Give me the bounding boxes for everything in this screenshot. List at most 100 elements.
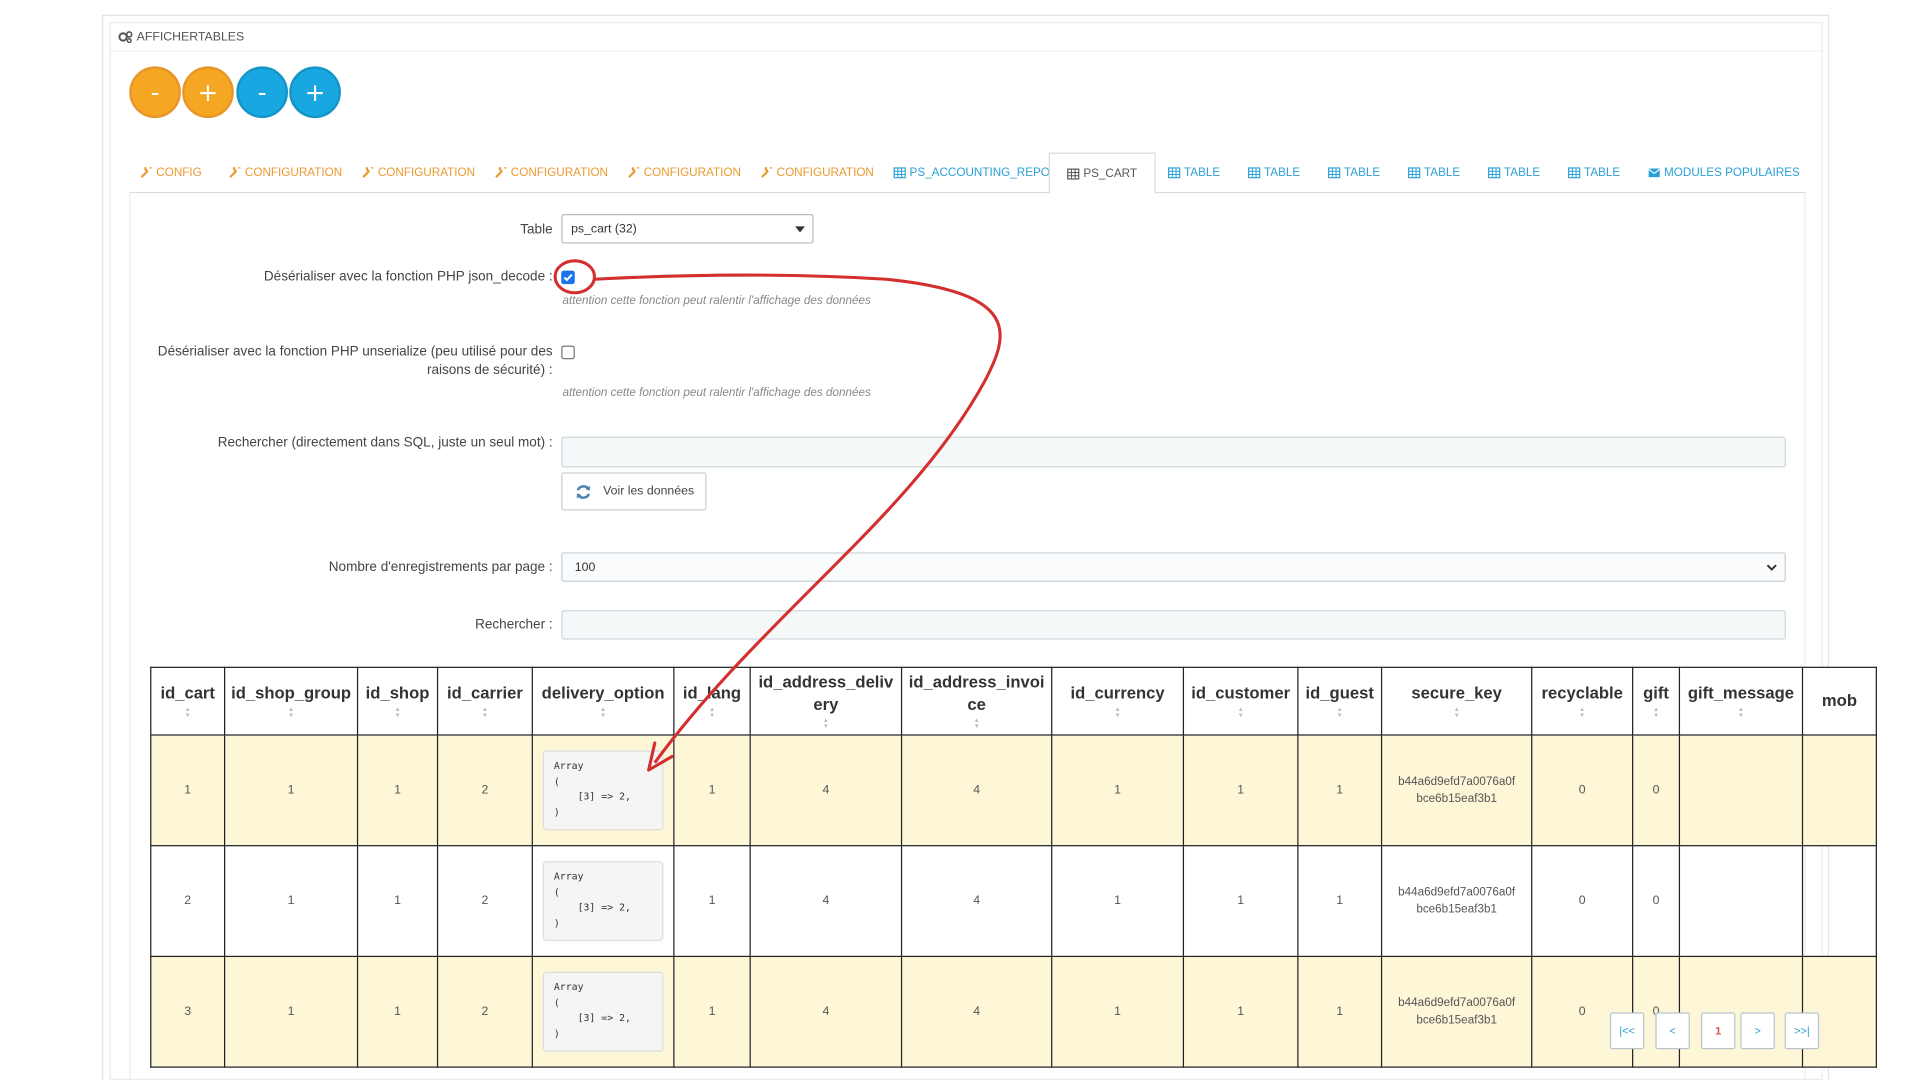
table-cell: 1	[673, 955, 751, 1068]
sort-icon[interactable]: ▲ ▼	[1681, 707, 1802, 719]
column-header-id-carrier[interactable]: id_carrier ▲ ▼	[436, 666, 533, 736]
expand-button-blue[interactable]: +	[289, 66, 341, 119]
tab-config-0[interactable]: CONFIG	[140, 153, 202, 194]
tab-ps-accounting-reports-6[interactable]: PS_ACCOUNTING_REPORTS	[893, 153, 1073, 194]
expand-button-orange[interactable]: +	[182, 66, 234, 119]
tab-table-12[interactable]: TABLE	[1488, 153, 1540, 194]
sort-icon[interactable]: ▲ ▼	[439, 707, 531, 719]
sort-icon[interactable]: ▲ ▼	[1383, 707, 1531, 719]
search-label: Rechercher :	[475, 617, 553, 633]
table-select[interactable]: ps_cart (32)	[561, 214, 814, 244]
tab-table-9[interactable]: TABLE	[1248, 153, 1300, 194]
column-header-text: id_cart	[160, 683, 215, 703]
tab-configuration-1[interactable]: CONFIGURATION	[229, 153, 342, 194]
per-page-label: Nombre d'enregistrements par page :	[328, 559, 553, 575]
column-header-delivery-option[interactable]: delivery_option ▲ ▼	[531, 666, 675, 736]
first-page-button[interactable]: |<<	[1609, 1012, 1645, 1050]
column-header-id-shop-group[interactable]: id_shop_group ▲ ▼	[224, 666, 359, 736]
tab-configuration-3[interactable]: CONFIGURATION	[495, 153, 608, 194]
tab-label: CONFIGURATION	[510, 166, 609, 180]
cell-value: 2	[481, 783, 489, 798]
cogs-icon	[118, 31, 133, 44]
sort-icon[interactable]: ▲ ▼	[1634, 707, 1678, 719]
tab-table-8[interactable]: TABLE	[1168, 153, 1220, 194]
column-header-id-guest[interactable]: id_guest ▲ ▼	[1297, 666, 1383, 736]
next-page-button[interactable]: >	[1740, 1012, 1775, 1050]
sort-icon[interactable]: ▲ ▼	[1299, 707, 1380, 719]
column-header-id-lang[interactable]: id_lang ▲ ▼	[673, 666, 751, 736]
table-cell: b44a6d9efd7a0076a0f bce6b15eaf3b1	[1380, 955, 1533, 1068]
column-header-recyclable[interactable]: recyclable ▲ ▼	[1531, 666, 1634, 736]
cell-value: 2	[184, 894, 192, 908]
table-cell	[1678, 845, 1804, 958]
column-header-secure-key[interactable]: secure_key ▲ ▼	[1380, 666, 1533, 736]
table-cell: 1	[356, 845, 439, 958]
column-header-mob[interactable]: mob	[1801, 666, 1877, 736]
sql-search-input[interactable]	[561, 436, 1786, 468]
sort-icon[interactable]: ▲ ▼	[359, 707, 437, 719]
tab-label: CONFIGURATION	[643, 166, 741, 180]
sort-icon[interactable]: ▲ ▼	[1053, 707, 1182, 719]
column-header-id-shop[interactable]: id_shop ▲ ▼	[356, 666, 439, 736]
search-input[interactable]	[561, 610, 1786, 640]
sort-icon[interactable]: ▲ ▼	[675, 707, 749, 719]
cell-value: 2	[481, 1004, 489, 1019]
column-header-gift[interactable]: gift ▲ ▼	[1632, 666, 1681, 736]
sort-icon[interactable]: ▲ ▼	[903, 718, 1051, 730]
last-page-button[interactable]: >>|	[1784, 1012, 1820, 1050]
cell-value: 0	[1652, 894, 1660, 908]
tab-table-10[interactable]: TABLE	[1328, 153, 1380, 194]
table-cell: 0	[1531, 734, 1634, 847]
prev-page-button[interactable]: <	[1655, 1012, 1690, 1050]
sort-icon[interactable]: ▲ ▼	[1185, 707, 1297, 719]
table-cell: 0	[1632, 845, 1681, 958]
cell-value: 1	[1237, 1004, 1245, 1019]
panel-title: AFFICHERTABLES	[136, 30, 245, 44]
unserialize-checkbox[interactable]	[561, 345, 575, 360]
table-cell: 1	[1051, 845, 1185, 958]
table-cell: 1	[1051, 955, 1185, 1068]
table-cell: 4	[749, 955, 903, 1068]
delivery-option-array: Array ( [3] => 2, )	[542, 861, 664, 942]
column-header-id-cart[interactable]: id_cart ▲ ▼	[150, 666, 226, 736]
sort-icon[interactable]: ▲ ▼	[751, 718, 900, 730]
collapse-button-blue[interactable]: -	[236, 66, 289, 119]
tab-modules-populaires-14[interactable]: MODULES POPULAIRES	[1648, 153, 1800, 194]
cell-value: 3	[184, 1004, 192, 1019]
tab-ps-cart-7[interactable]: PS_CART	[1048, 152, 1156, 195]
json-decode-checkbox[interactable]	[561, 270, 575, 285]
sort-icon[interactable]: ▲ ▼	[152, 707, 223, 719]
sort-icon[interactable]: ▲ ▼	[1533, 707, 1631, 719]
table-cell	[1678, 734, 1804, 847]
tab-configuration-5[interactable]: CONFIGURATION	[761, 153, 874, 194]
cell-value: 4	[822, 783, 830, 798]
sort-icon[interactable]: ▲ ▼	[226, 707, 356, 719]
cell-value: 1	[1336, 1004, 1344, 1019]
sort-icon[interactable]: ▲ ▼	[534, 707, 673, 719]
cell-value: 1	[1114, 783, 1121, 798]
table-cell: 4	[900, 845, 1053, 958]
table-cell: 4	[749, 845, 903, 958]
column-header-id-address-invoice[interactable]: id_address_invoi ce ▲ ▼	[900, 666, 1053, 736]
collapse-button-orange[interactable]: -	[129, 66, 181, 119]
tab-table-11[interactable]: TABLE	[1408, 153, 1460, 194]
per-page-value: 100	[574, 560, 596, 574]
cell-value: 1	[287, 1004, 295, 1019]
tab-table-13[interactable]: TABLE	[1568, 153, 1620, 194]
page-1-button[interactable]: 1	[1700, 1012, 1736, 1050]
unserialize-label-line2: raisons de sécurité) :	[426, 362, 553, 378]
table-icon	[1248, 167, 1261, 179]
tab-configuration-4[interactable]: CONFIGURATION	[628, 153, 741, 194]
column-header-id-currency[interactable]: id_currency ▲ ▼	[1051, 666, 1185, 736]
column-header-text: delivery_option	[541, 683, 665, 703]
cell-value: 2	[481, 894, 489, 908]
view-data-button[interactable]: Voir les données	[561, 472, 707, 511]
tab-configuration-2[interactable]: CONFIGURATION	[362, 153, 475, 194]
column-header-text: id_guest	[1305, 683, 1374, 703]
column-header-text: id_shop_group	[231, 683, 352, 703]
column-header-gift-message[interactable]: gift_message ▲ ▼	[1678, 666, 1804, 736]
per-page-select[interactable]: 100	[561, 552, 1786, 582]
wrench-icon	[229, 167, 241, 178]
column-header-id-customer[interactable]: id_customer ▲ ▼	[1182, 666, 1299, 736]
column-header-id-address-delivery[interactable]: id_address_deliv ery ▲ ▼	[749, 666, 903, 736]
